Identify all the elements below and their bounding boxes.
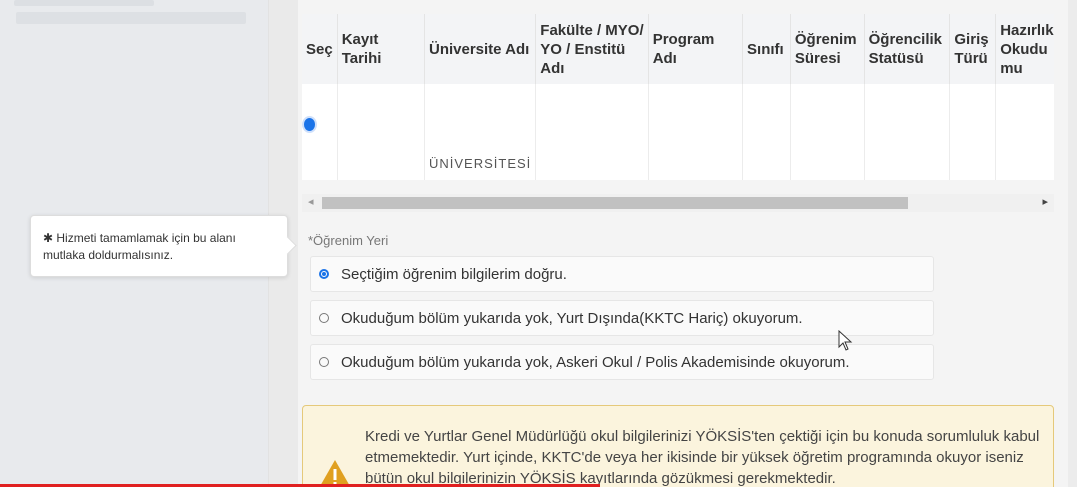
col-header-registration-date: Kayıt Tarihi bbox=[337, 14, 425, 84]
col-header-duration: Öğrenim Süresi bbox=[790, 14, 865, 84]
tooltip-text: ✱ Hizmeti tamamlamak için bu alanı mutla… bbox=[43, 231, 236, 262]
col-header-status: Öğrencilik Statüsü bbox=[864, 14, 951, 84]
scrollbar-thumb[interactable] bbox=[322, 197, 908, 209]
warning-box: Kredi ve Yurtlar Genel Müdürlüğü okul bi… bbox=[302, 405, 1054, 487]
select-cell[interactable] bbox=[302, 84, 338, 180]
col-header-faculty: Fakülte / MYO/ YO / Enstitü Adı bbox=[535, 14, 649, 84]
option-label: Okuduğum bölüm yukarıda yok, Askeri Okul… bbox=[341, 353, 850, 371]
table-cell bbox=[337, 84, 425, 180]
col-header-select: Seç bbox=[302, 14, 338, 84]
horizontal-scrollbar[interactable]: ◂ ▸ bbox=[302, 194, 1054, 212]
col-header-program: Program Adı bbox=[648, 14, 744, 84]
table-cell bbox=[790, 84, 865, 180]
table-cell bbox=[648, 84, 744, 180]
scroll-right-icon[interactable]: ▸ bbox=[1042, 195, 1048, 208]
table-cell bbox=[949, 84, 997, 180]
scroll-left-icon[interactable]: ◂ bbox=[308, 195, 314, 208]
option-label: Seçtiğim öğrenim bilgilerim doğru. bbox=[341, 265, 567, 283]
warning-text: Kredi ve Yurtlar Genel Müdürlüğü okul bi… bbox=[365, 428, 1040, 487]
required-field-tooltip: ✱ Hizmeti tamamlamak için bu alanı mutla… bbox=[30, 215, 288, 277]
col-header-prep: Hazırlık Okudu mu bbox=[995, 14, 1054, 84]
university-name: ÜNİVERSİTESİ bbox=[428, 156, 532, 171]
col-header-university: Üniversite Adı bbox=[424, 14, 537, 84]
col-header-class: Sınıfı bbox=[742, 14, 791, 84]
option-info-correct[interactable]: Seçtiğim öğrenim bilgilerim doğru. bbox=[310, 256, 934, 292]
table-cell bbox=[864, 84, 951, 180]
table-cell bbox=[535, 84, 649, 180]
education-table: Seç Kayıt Tarihi Üniversite Adı Fakülte … bbox=[302, 14, 1054, 180]
radio-unselected-icon[interactable] bbox=[319, 313, 329, 323]
col-header-entry-type: Giriş Türü bbox=[949, 14, 997, 84]
table-cell bbox=[995, 84, 1054, 180]
radio-unselected-icon[interactable] bbox=[319, 357, 329, 367]
row-select-radio[interactable] bbox=[304, 118, 315, 131]
table-cell bbox=[742, 84, 791, 180]
table-cell: ÜNİVERSİTESİ bbox=[424, 84, 537, 180]
field-label-education-place: *Öğrenim Yeri bbox=[308, 233, 389, 248]
main-content: Seç Kayıt Tarihi Üniversite Adı Fakülte … bbox=[298, 0, 1068, 487]
table-row[interactable]: ÜNİVERSİTESİ bbox=[302, 84, 1054, 180]
left-panel-placeholder bbox=[14, 0, 154, 6]
option-label: Okuduğum bölüm yukarıda yok, Yurt Dışınd… bbox=[341, 309, 803, 327]
left-panel-placeholder bbox=[16, 12, 246, 24]
table-header-row: Seç Kayıt Tarihi Üniversite Adı Fakülte … bbox=[302, 14, 1054, 84]
mouse-cursor-icon bbox=[838, 330, 853, 351]
warning-triangle-icon bbox=[319, 460, 351, 487]
radio-selected-icon[interactable] bbox=[319, 269, 329, 279]
